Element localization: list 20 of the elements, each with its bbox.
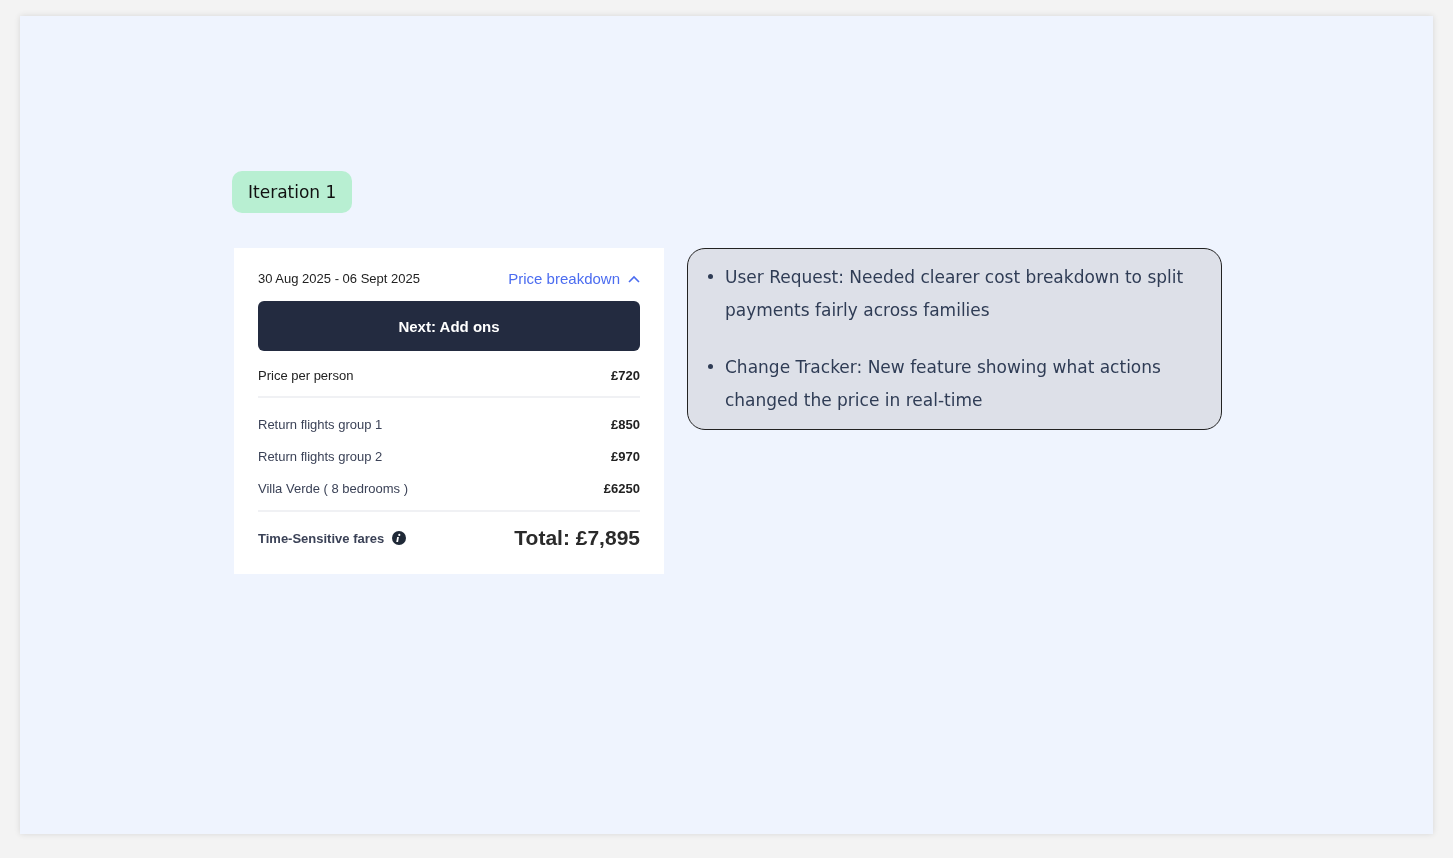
item-label: Return flights group 2	[258, 448, 383, 464]
item-label: Return flights group 1	[258, 416, 383, 432]
item-amount: £6250	[603, 480, 640, 496]
price-label: Price per person	[258, 368, 354, 383]
bullet-dot	[708, 364, 713, 369]
fares-note: Time-Sensitive fares	[258, 530, 385, 546]
chevron-icon	[628, 274, 640, 283]
price-amount: £720	[611, 368, 640, 383]
bullet-dot	[708, 274, 713, 279]
note-text: Change Tracker: New feature showing what actions changed the price in real-time	[725, 356, 1162, 412]
next-button[interactable]: Next: Add ons	[258, 301, 640, 351]
item-amount: £970	[611, 448, 640, 464]
date-range: 30 Aug 2025 - 06 Sept 2025	[258, 271, 420, 286]
total-price: Total: £7,895	[514, 526, 640, 550]
note-text: User Request: Needed clearer cost breakdown to split payments fairly across families	[725, 266, 1185, 322]
iteration-badge: Iteration 1	[232, 171, 353, 213]
item-amount: £850	[611, 416, 640, 432]
price-breakdown-link[interactable]: Price breakdown	[508, 270, 640, 287]
info-icon[interactable]	[392, 531, 407, 545]
item-label: Villa Verde ( 8 bedrooms )	[258, 480, 409, 496]
